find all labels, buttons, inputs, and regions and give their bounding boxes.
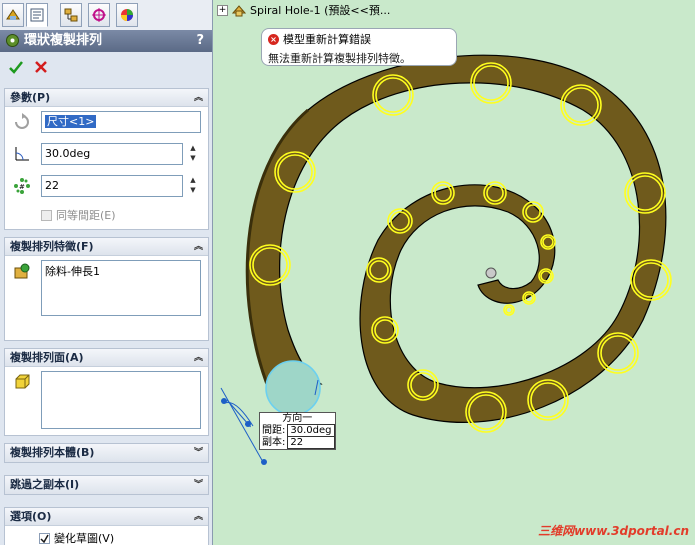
- list-item[interactable]: 除料-伸長1: [45, 263, 197, 279]
- options-group-header[interactable]: 選項(O) ︽: [5, 508, 208, 526]
- checkmark-icon: [40, 534, 49, 543]
- features-group-header[interactable]: 複製排列特徵(F) ︽: [5, 238, 208, 256]
- circular-pattern-icon: [6, 34, 19, 47]
- error-icon: ×: [268, 33, 279, 45]
- callout-copies-label: 副本:: [262, 437, 286, 448]
- angle-input[interactable]: 30.0deg: [41, 143, 183, 165]
- tree-label: Spiral Hole-1 (預設<<預...: [250, 4, 391, 17]
- faces-list[interactable]: [41, 371, 201, 429]
- spiral-model[interactable]: [213, 0, 695, 545]
- expand-chevron-icon[interactable]: ︾: [194, 476, 203, 494]
- options-group: 選項(O) ︽ 變化草圖(V): [4, 507, 209, 545]
- instances-input[interactable]: 22: [41, 175, 183, 197]
- manager-tabs: [0, 0, 212, 31]
- options-group-title: 選項(O): [10, 510, 52, 523]
- angle-icon: [15, 147, 29, 161]
- faces-group-title: 複製排列面(A): [10, 351, 84, 364]
- rebuild-error-tooltip: × 模型重新計算錯誤 無法重新計算複製排列特徵。: [261, 28, 457, 66]
- configuration-manager-icon: [64, 8, 78, 22]
- feature-tree-root[interactable]: + Spiral Hole-1 (預設<<預...: [217, 2, 390, 18]
- dimxpert-icon: [92, 8, 106, 22]
- instances-spinner[interactable]: ▲ ▼: [188, 175, 198, 197]
- direction-callout[interactable]: 方向一 間距: 30.0deg 副本: 22: [259, 412, 336, 450]
- callout-spacing-label: 間距:: [262, 425, 286, 436]
- faces-group-header[interactable]: 複製排列面(A) ︽: [5, 349, 208, 367]
- parameters-group: 參數(P) ︽ 尺寸<1> 30.0deg ▲ ▼ # 22 ▲ ▼ 同等間距(E): [4, 88, 209, 230]
- configuration-manager-tab[interactable]: [60, 3, 82, 27]
- parameters-group-header[interactable]: 參數(P) ︽: [5, 89, 208, 107]
- instances-value: 22: [45, 179, 59, 192]
- reverse-direction-icon[interactable]: [13, 113, 31, 131]
- feature-select-icon: [14, 263, 30, 279]
- equal-spacing-label: 同等間距(E): [56, 209, 116, 222]
- features-group-title: 複製排列特徵(F): [10, 240, 94, 253]
- callout-header: 方向一: [282, 413, 313, 424]
- dimxpert-tab[interactable]: [88, 3, 110, 27]
- vary-sketch-label: 變化草圖(V): [54, 532, 115, 545]
- expand-tree-icon[interactable]: +: [217, 4, 228, 16]
- graphics-area[interactable]: + Spiral Hole-1 (預設<<預... × 模型重新計算錯誤 無法重…: [213, 0, 695, 545]
- callout-copies-value[interactable]: 22: [287, 436, 335, 449]
- faces-group: 複製排列面(A) ︽: [4, 348, 209, 436]
- collapse-chevron-icon[interactable]: ︽: [194, 238, 203, 256]
- bodies-group-title: 複製排列本體(B): [10, 446, 95, 459]
- panel-title: 環狀複製排列: [24, 33, 103, 48]
- display-manager-tab[interactable]: [116, 3, 138, 27]
- tooltip-title: 模型重新計算錯誤: [283, 33, 371, 46]
- collapse-chevron-icon[interactable]: ︽: [194, 349, 203, 367]
- feature-manager-icon: [6, 9, 20, 20]
- equal-spacing-checkbox[interactable]: 同等間距(E): [41, 207, 116, 223]
- equal-spacing-box[interactable]: [41, 209, 52, 221]
- skip-instances-group-title: 跳過之副本(I): [10, 478, 80, 491]
- angle-spinner[interactable]: ▲ ▼: [188, 143, 198, 165]
- skip-instances-group: 跳過之副本(I) ︾: [4, 475, 209, 495]
- watermark: 三维网www.3dportal.cn: [538, 524, 689, 538]
- seed-hole[interactable]: [265, 360, 321, 416]
- instances-icon: #: [14, 178, 30, 194]
- property-manager-tab[interactable]: [26, 3, 48, 27]
- svg-text:#: #: [19, 183, 25, 191]
- features-group: 複製排列特徵(F) ︽ 除料-伸長1: [4, 237, 209, 341]
- collapse-chevron-icon[interactable]: ︽: [194, 89, 203, 107]
- angle-value: 30.0deg: [45, 147, 91, 160]
- origin-point: [485, 267, 497, 279]
- cancel-x-icon[interactable]: [33, 59, 49, 75]
- tooltip-message: 無法重新計算複製排列特徵。: [268, 52, 411, 65]
- feature-manager-tab[interactable]: [2, 3, 24, 27]
- features-list[interactable]: 除料-伸長1: [41, 260, 201, 316]
- panel-title-bar: 環狀複製排列 ?: [0, 30, 212, 52]
- property-manager-panel: 環狀複製排列 ? 參數(P) ︽ 尺寸<1> 30.0deg ▲▼ # 22: [0, 0, 213, 545]
- property-manager-icon: [30, 8, 44, 22]
- pattern-axis-field[interactable]: 尺寸<1>: [41, 111, 201, 133]
- pattern-axis-value: 尺寸<1>: [45, 115, 97, 128]
- skip-instances-group-header[interactable]: 跳過之副本(I) ︾: [5, 476, 208, 494]
- face-select-icon: [15, 374, 30, 389]
- callout-table: 間距: 30.0deg 副本: 22: [260, 424, 335, 449]
- display-manager-icon: [121, 9, 133, 21]
- vary-sketch-box[interactable]: [39, 532, 50, 544]
- expand-chevron-icon[interactable]: ︾: [194, 444, 203, 462]
- parameters-group-title: 參數(P): [10, 91, 51, 104]
- part-icon: [232, 5, 246, 17]
- bodies-group-header[interactable]: 複製排列本體(B) ︾: [5, 444, 208, 462]
- ok-check-icon[interactable]: [8, 59, 24, 75]
- vary-sketch-checkbox[interactable]: 變化草圖(V): [39, 530, 114, 545]
- callout-spacing-value[interactable]: 30.0deg: [287, 424, 335, 437]
- bodies-group: 複製排列本體(B) ︾: [4, 443, 209, 463]
- collapse-chevron-icon[interactable]: ︽: [194, 508, 203, 526]
- help-button[interactable]: ?: [196, 30, 204, 52]
